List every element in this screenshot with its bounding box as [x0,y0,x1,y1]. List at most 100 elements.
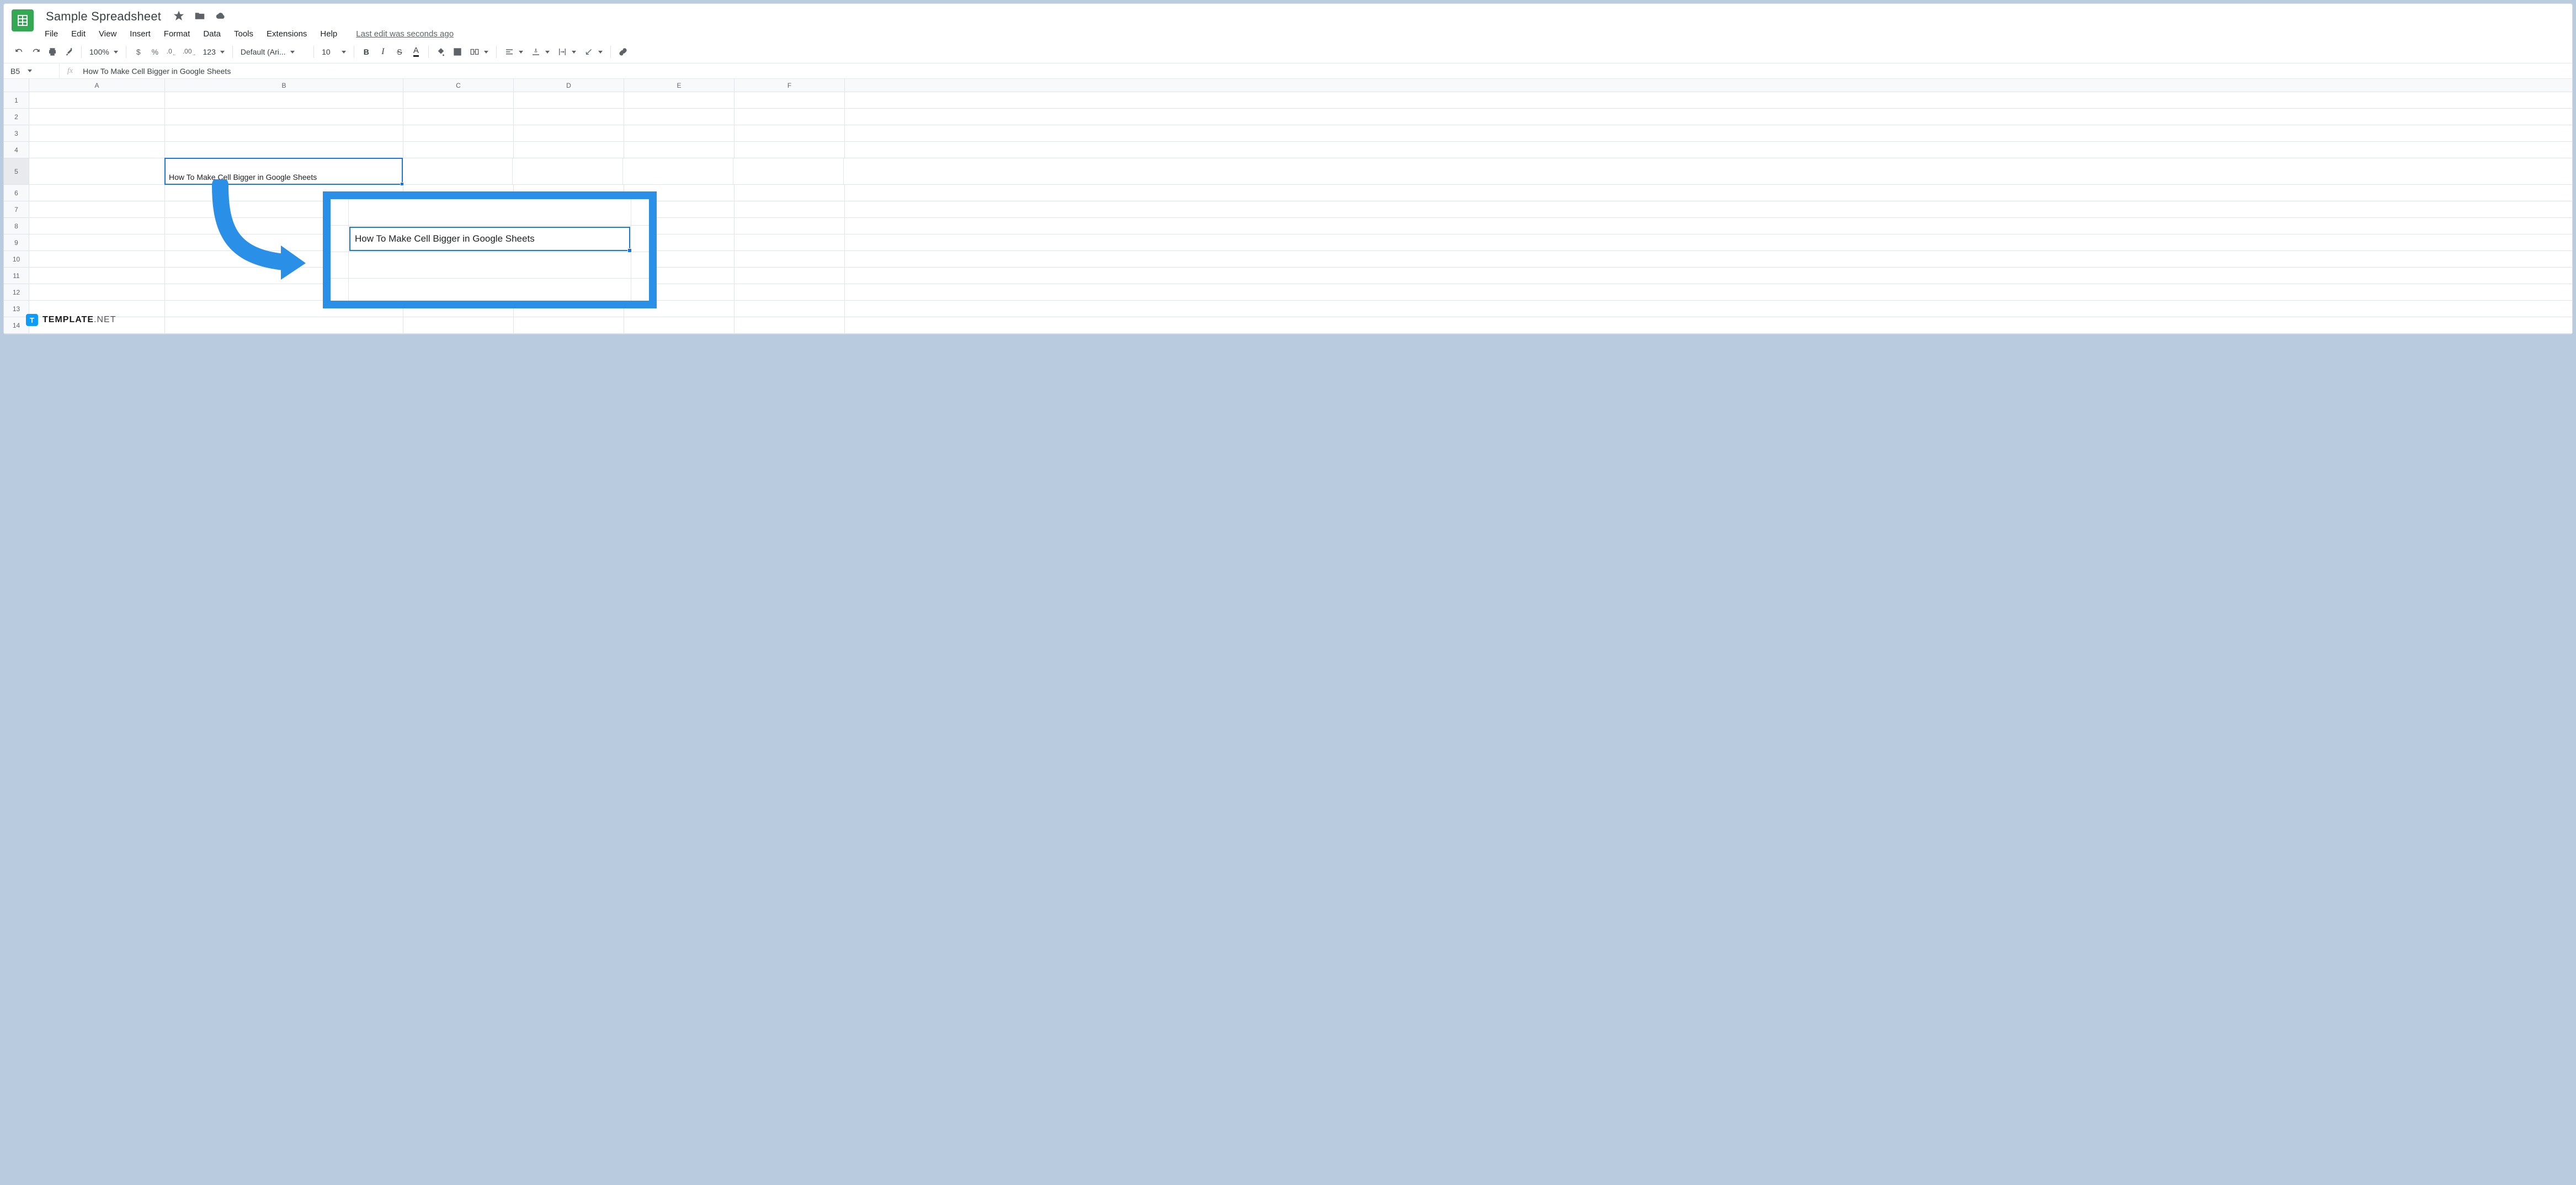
cell[interactable] [29,142,165,158]
cell[interactable] [29,268,165,284]
cell[interactable] [735,218,845,234]
cell[interactable] [513,158,623,184]
cell[interactable] [29,218,165,234]
menu-file[interactable]: File [39,27,63,41]
cell[interactable] [735,301,845,317]
cell[interactable] [403,92,514,108]
formula-input[interactable]: How To Make Cell Bigger in Google Sheets [81,67,2572,76]
cell[interactable] [735,317,845,333]
row-header-2[interactable]: 2 [4,109,29,125]
row-header-6[interactable]: 6 [4,185,29,201]
cell[interactable] [514,109,624,125]
column-header-E[interactable]: E [624,79,735,92]
row-header-12[interactable]: 12 [4,284,29,300]
text-color-button[interactable]: A [408,44,424,60]
insert-link-button[interactable] [615,44,631,60]
sheets-logo-icon[interactable] [12,9,34,31]
cell[interactable] [735,251,845,267]
cell[interactable] [735,109,845,125]
vertical-align-button[interactable] [528,44,553,60]
decrease-decimal-button[interactable]: .0← [164,44,179,60]
cell[interactable] [29,234,165,250]
cell[interactable] [165,142,403,158]
star-icon[interactable] [173,10,184,23]
cell[interactable] [735,92,845,108]
increase-decimal-button[interactable]: .00→ [180,44,199,60]
cell[interactable] [29,251,165,267]
menu-insert[interactable]: Insert [124,27,156,41]
text-rotation-button[interactable] [581,44,606,60]
cell[interactable] [403,109,514,125]
paint-format-button[interactable] [61,44,77,60]
cell[interactable] [735,185,845,201]
horizontal-align-button[interactable] [501,44,526,60]
row-header-4[interactable]: 4 [4,142,29,158]
cell-B5-selected[interactable]: How To Make Cell Bigger in Google Sheets [164,158,403,185]
select-all-corner[interactable] [4,79,29,92]
font-size-select[interactable]: 10 [318,44,349,60]
cell[interactable] [624,142,735,158]
cell[interactable] [514,92,624,108]
print-button[interactable] [45,44,60,60]
cell[interactable] [623,158,733,184]
name-box[interactable]: B5 [4,63,59,78]
cell[interactable] [29,125,165,141]
undo-button[interactable] [12,44,27,60]
selection-handle[interactable] [400,182,404,186]
column-header-C[interactable]: C [403,79,514,92]
cell[interactable] [403,142,514,158]
row-header-9[interactable]: 9 [4,234,29,250]
format-currency-button[interactable]: $ [131,44,146,60]
cell[interactable] [165,109,403,125]
row-header-11[interactable]: 11 [4,268,29,284]
text-wrap-button[interactable] [554,44,579,60]
cell[interactable] [29,201,165,217]
row-header-10[interactable]: 10 [4,251,29,267]
cell[interactable] [29,185,165,201]
redo-button[interactable] [28,44,44,60]
fill-color-button[interactable] [433,44,449,60]
column-header-D[interactable]: D [514,79,624,92]
cell[interactable] [735,284,845,300]
menu-format[interactable]: Format [158,27,196,41]
cell[interactable] [514,125,624,141]
cell[interactable] [402,158,513,184]
bold-button[interactable]: B [359,44,374,60]
italic-button[interactable]: I [375,44,391,60]
borders-button[interactable] [450,44,465,60]
last-edit-link[interactable]: Last edit was seconds ago [356,29,454,39]
menu-tools[interactable]: Tools [228,27,259,41]
column-header-B[interactable]: B [165,79,403,92]
menu-extensions[interactable]: Extensions [261,27,312,41]
zoom-select[interactable]: 100% [86,44,121,60]
cell[interactable] [624,92,735,108]
cell[interactable] [165,92,403,108]
cloud-status-icon[interactable] [215,10,226,23]
cell[interactable] [624,125,735,141]
row-header-3[interactable]: 3 [4,125,29,141]
cell[interactable] [29,92,165,108]
cell[interactable] [735,125,845,141]
column-header-F[interactable]: F [735,79,845,92]
merge-cells-button[interactable] [466,44,492,60]
format-percent-button[interactable]: % [147,44,163,60]
cell[interactable] [403,317,514,333]
menu-edit[interactable]: Edit [66,27,91,41]
menu-data[interactable]: Data [198,27,226,41]
cell[interactable] [735,201,845,217]
cell[interactable] [165,317,403,333]
cell[interactable] [514,317,624,333]
font-select[interactable]: Default (Ari... [237,44,309,60]
row-header-1[interactable]: 1 [4,92,29,108]
document-title[interactable]: Sample Spreadsheet [44,8,163,25]
cell[interactable] [624,317,735,333]
cell[interactable] [733,158,844,184]
cell[interactable] [165,125,403,141]
column-header-A[interactable]: A [29,79,165,92]
cell[interactable] [735,234,845,250]
row-header-5[interactable]: 5 [4,158,29,184]
cell[interactable] [735,268,845,284]
move-folder-icon[interactable] [194,10,205,23]
strikethrough-button[interactable]: S [392,44,407,60]
cell[interactable] [29,109,165,125]
